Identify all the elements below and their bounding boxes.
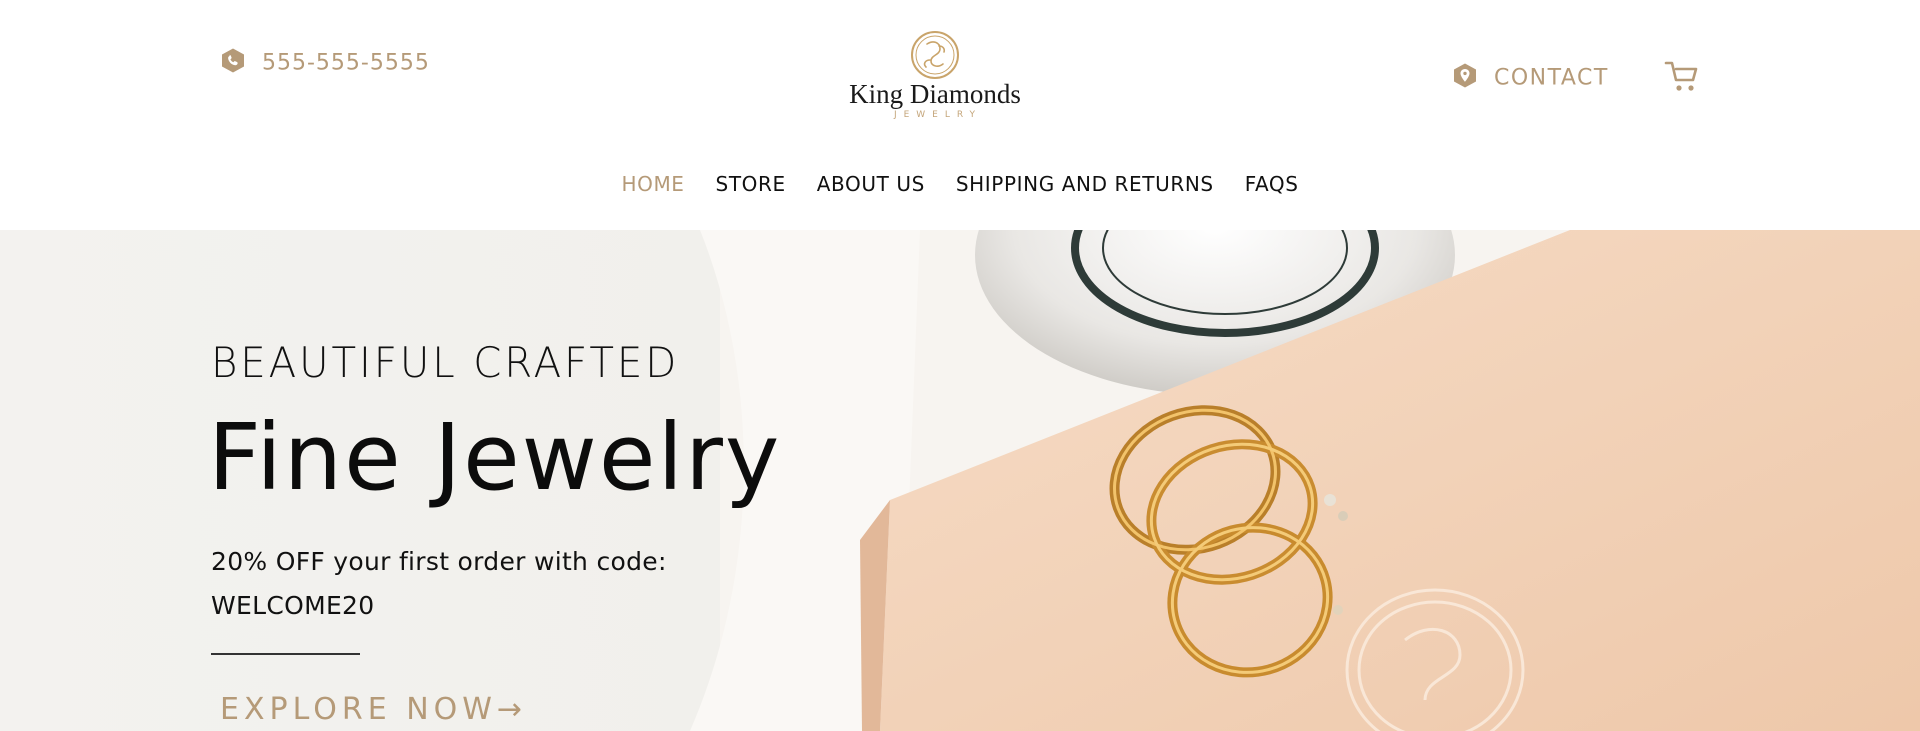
site-header: 555-555-5555 King Diamonds JEWELRY CONTA… bbox=[0, 0, 1920, 139]
hero-offer-line: 20% OFF your first order with code: bbox=[211, 547, 667, 576]
hero-title: Fine Jewelry bbox=[208, 404, 782, 511]
promo-code: WELCOME20 bbox=[211, 591, 375, 620]
phone-icon bbox=[220, 48, 246, 79]
logo-tagline: JEWELRY bbox=[893, 110, 983, 120]
phone-number: 555-555-5555 bbox=[262, 50, 430, 76]
main-nav: HOME STORE ABOUT US SHIPPING AND RETURNS… bbox=[0, 138, 1920, 230]
cart-icon bbox=[1664, 61, 1698, 91]
nav-item-about-us[interactable]: ABOUT US bbox=[817, 172, 925, 196]
nav-item-shipping-and-returns[interactable]: SHIPPING AND RETURNS bbox=[956, 172, 1214, 196]
contact-label: CONTACT bbox=[1494, 65, 1609, 91]
location-pin-icon bbox=[1452, 63, 1478, 94]
explore-now-button[interactable]: EXPLORE NOW→ bbox=[220, 692, 527, 727]
nav-item-store[interactable]: STORE bbox=[716, 172, 786, 196]
hero-divider bbox=[211, 653, 360, 655]
cart-button[interactable] bbox=[1664, 60, 1700, 94]
phone-link[interactable]: 555-555-5555 bbox=[220, 48, 430, 79]
logo-emblem-icon bbox=[911, 31, 959, 79]
logo-name: King Diamonds bbox=[849, 79, 1021, 109]
brand-logo[interactable]: King Diamonds JEWELRY bbox=[846, 30, 1024, 125]
contact-link[interactable]: CONTACT bbox=[1452, 63, 1609, 94]
hero-banner: BEAUTIFUL CRAFTED Fine Jewelry 20% OFF y… bbox=[0, 230, 1920, 731]
hero-kicker: BEAUTIFUL CRAFTED bbox=[211, 338, 680, 387]
hero-offer: 20% OFF your first order with code: WELC… bbox=[211, 540, 691, 628]
nav-item-home[interactable]: HOME bbox=[621, 172, 684, 196]
nav-item-faqs[interactable]: FAQS bbox=[1245, 172, 1299, 196]
